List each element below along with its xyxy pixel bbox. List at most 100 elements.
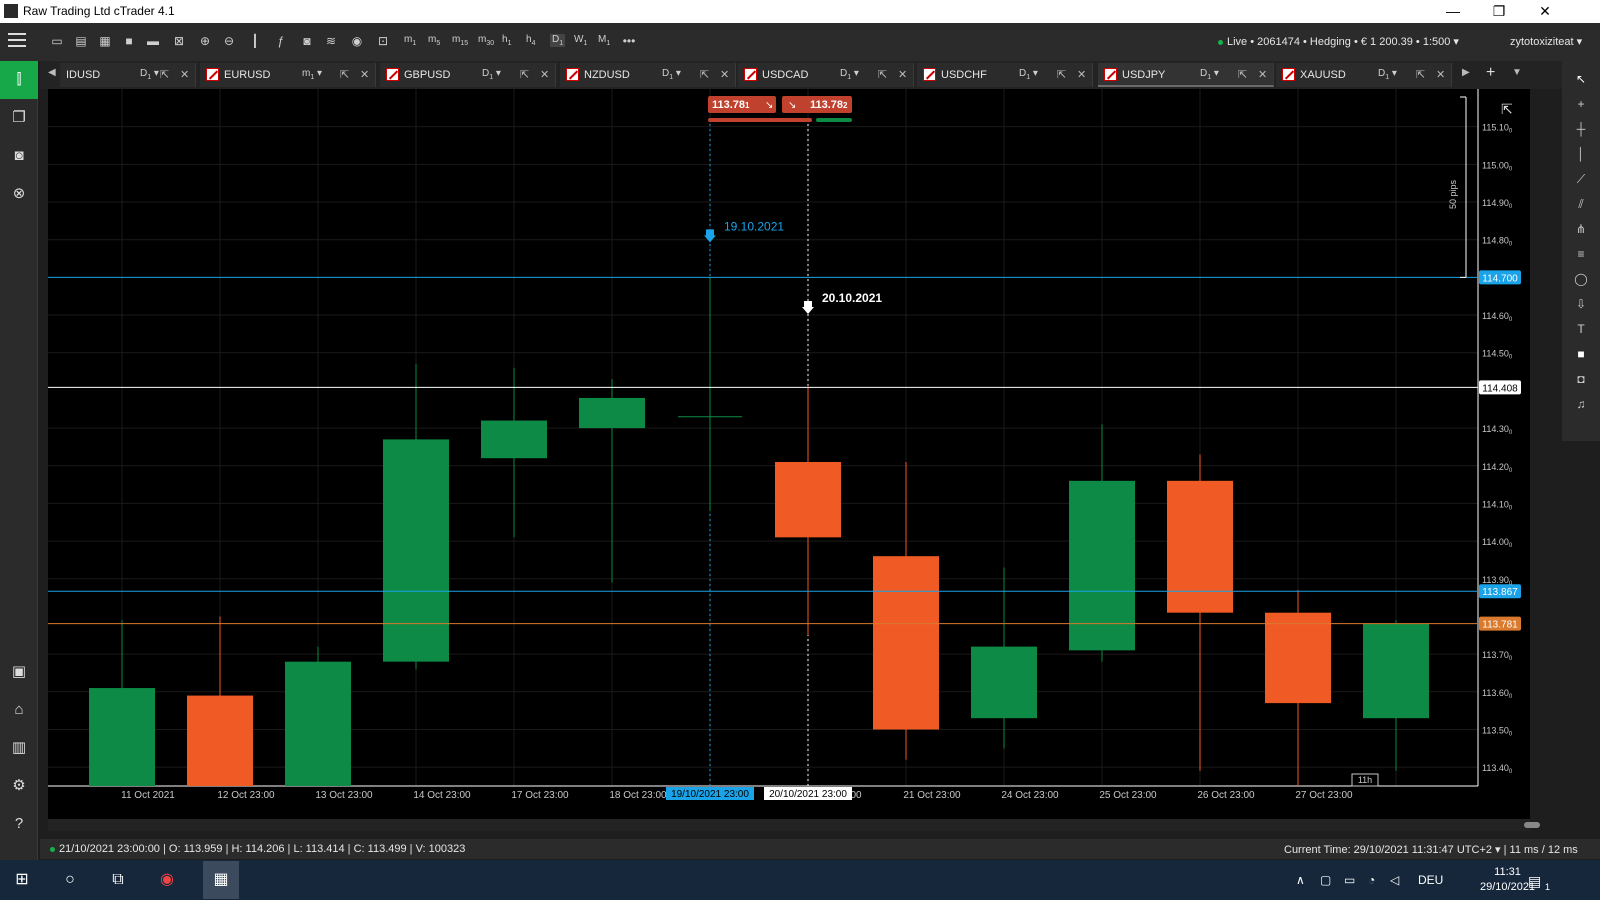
timeframe-D1[interactable]: D1: [550, 34, 566, 47]
tabs-dropdown-icon[interactable]: ▼: [1512, 67, 1522, 78]
battery-icon[interactable]: ▭: [1344, 873, 1355, 887]
tab-timeframe[interactable]: D1 ▾: [482, 68, 501, 81]
tab-popout-icon[interactable]: ⇱: [1238, 68, 1247, 81]
wifi-icon[interactable]: ◔: [1368, 873, 1375, 887]
fibonacci-icon[interactable]: ≡: [1571, 244, 1591, 264]
user-menu[interactable]: zytotoxiziteat ▾: [1510, 35, 1582, 48]
indicators-icon[interactable]: ƒ: [272, 33, 290, 49]
rectangle-tool-icon[interactable]: ■: [1571, 344, 1591, 364]
briefcase-icon[interactable]: ▣: [0, 653, 38, 691]
timeframe-h1[interactable]: h1: [502, 34, 511, 47]
tabs-scroll-left-icon[interactable]: ◀: [48, 67, 56, 78]
shape-icon[interactable]: ◯: [1571, 269, 1591, 289]
layers-icon[interactable]: ≋: [322, 33, 340, 49]
arrow-down-tool-icon[interactable]: ⇩: [1571, 294, 1591, 314]
timeframe-m15[interactable]: m15: [452, 34, 468, 47]
speaker-icon[interactable]: ◁: [1390, 873, 1399, 887]
horizontal-line-icon[interactable]: ┼: [1571, 119, 1591, 139]
tab-timeframe[interactable]: D1 ▾: [662, 68, 681, 81]
tab-usdjpy[interactable]: USDJPY D1 ▾ ⇱ ✕: [1098, 63, 1274, 87]
more-timeframes-icon[interactable]: •••: [620, 33, 638, 49]
automate-icon[interactable]: ◙: [0, 137, 38, 175]
add-tab-icon[interactable]: +: [1486, 64, 1495, 82]
ctrader-taskbar-icon[interactable]: ▦: [203, 861, 239, 899]
tab-eurusd[interactable]: EURUSD m1 ▾ ⇱ ✕: [200, 63, 376, 87]
copy-icon[interactable]: ❐: [0, 99, 38, 137]
store-icon[interactable]: ⌂: [0, 691, 38, 729]
tray-chevron-icon[interactable]: ∧: [1296, 873, 1305, 887]
tab-close-icon[interactable]: ✕: [360, 68, 369, 81]
chart-mode-icon[interactable]: ⊠: [170, 33, 188, 49]
robot-icon[interactable]: ◙: [298, 33, 316, 49]
windows-start-icon[interactable]: ⊞: [10, 868, 34, 892]
text-tool-icon[interactable]: T: [1571, 319, 1591, 339]
tab-popout-icon[interactable]: ⇱: [1057, 68, 1066, 81]
tab-close-icon[interactable]: ✕: [1258, 68, 1267, 81]
settings-gear-icon[interactable]: ⚙: [0, 767, 38, 805]
crosshair-icon[interactable]: +: [1571, 94, 1591, 114]
timeframe-m5[interactable]: m5: [428, 34, 440, 47]
analyze-icon[interactable]: ⊗: [0, 175, 38, 213]
tab-close-icon[interactable]: ✕: [1436, 68, 1445, 81]
restore-button[interactable]: ❐: [1476, 0, 1522, 23]
channel-icon[interactable]: ⫽: [1571, 194, 1591, 214]
tabs-scroll-right-icon[interactable]: ▶: [1462, 67, 1470, 78]
account-info[interactable]: Live • 2061474 • Hedging • € 1 200.39 • …: [1218, 35, 1459, 48]
tab-close-icon[interactable]: ✕: [180, 68, 189, 81]
wallet-icon[interactable]: ▥: [0, 729, 38, 767]
minimize-button[interactable]: —: [1430, 0, 1476, 23]
search-circle-icon[interactable]: ○: [58, 868, 82, 892]
chart-settings-icon[interactable]: ⊡: [374, 33, 392, 49]
close-button[interactable]: ✕: [1522, 0, 1568, 23]
tab-usdchf[interactable]: USDCHF D1 ▾ ⇱ ✕: [917, 63, 1093, 87]
timeframe-m30[interactable]: m30: [478, 34, 494, 47]
input-language[interactable]: DEU: [1418, 873, 1443, 887]
chart-layout-icon[interactable]: ▤: [72, 33, 90, 49]
tab-popout-icon[interactable]: ⇱: [1416, 68, 1425, 81]
chart-canvas[interactable]: 114.700114.408113.867113.781115.100115.0…: [48, 89, 1530, 819]
eye-icon[interactable]: ◉: [348, 33, 366, 49]
system-clock[interactable]: 11:31 29/10/2021: [1480, 865, 1535, 895]
timeframe-m1[interactable]: m1: [404, 34, 416, 47]
tab-close-icon[interactable]: ✕: [540, 68, 549, 81]
chart-scrollbar[interactable]: [48, 819, 1540, 831]
tab-popout-icon[interactable]: ⇱: [878, 68, 887, 81]
alert-bell-icon[interactable]: ♫: [1571, 394, 1591, 414]
zoom-in-icon[interactable]: ⊕: [196, 33, 214, 49]
tab-gbpusd[interactable]: GBPUSD D1 ▾ ⇱ ✕: [380, 63, 556, 87]
tab-popout-icon[interactable]: ⇱: [340, 68, 349, 81]
tab-close-icon[interactable]: ✕: [720, 68, 729, 81]
tab-idusd[interactable]: IDUSD D1 ▾ ⇱ ✕: [60, 63, 196, 87]
tab-timeframe[interactable]: D1 ▾: [1019, 68, 1038, 81]
new-chart-icon[interactable]: ▭: [48, 33, 66, 49]
tab-popout-icon[interactable]: ⇱: [520, 68, 529, 81]
split-layout-icon[interactable]: ▬: [144, 33, 162, 49]
help-icon[interactable]: ?: [0, 805, 38, 843]
trend-line-icon[interactable]: ⟋: [1571, 169, 1591, 189]
tab-timeframe[interactable]: D1 ▾: [1378, 68, 1397, 81]
zoom-out-icon[interactable]: ⊖: [220, 33, 238, 49]
tab-xauusd[interactable]: XAUUSD D1 ▾ ⇱ ✕: [1276, 63, 1452, 87]
tab-timeframe[interactable]: m1 ▾: [302, 68, 322, 81]
tab-timeframe[interactable]: D1 ▾: [840, 68, 859, 81]
camera-icon[interactable]: ◘: [1571, 369, 1591, 389]
tab-usdcad[interactable]: USDCAD D1 ▾ ⇱ ✕: [738, 63, 914, 87]
vertical-line-icon[interactable]: │: [1571, 144, 1591, 164]
tab-timeframe[interactable]: D1 ▾: [140, 68, 159, 81]
candlestick-type-icon[interactable]: ┃: [246, 33, 264, 49]
timeframe-M1[interactable]: M1: [598, 34, 610, 47]
hamburger-menu-icon[interactable]: [8, 33, 26, 49]
task-view-icon[interactable]: ⧉: [106, 868, 130, 892]
timeframe-W1[interactable]: W1: [574, 34, 587, 47]
tab-popout-icon[interactable]: ⇱: [160, 68, 169, 81]
price-chart[interactable]: 114.700 114.408 113.867 113.781 115.100 115.0…: [48, 89, 1530, 819]
cursor-icon[interactable]: ↖: [1571, 69, 1591, 89]
grid-layout-icon[interactable]: ▦: [96, 33, 114, 49]
tab-close-icon[interactable]: ✕: [1077, 68, 1086, 81]
single-layout-icon[interactable]: ■: [120, 33, 138, 49]
tab-popout-icon[interactable]: ⇱: [700, 68, 709, 81]
trade-icon[interactable]: ⫿: [0, 61, 38, 99]
tab-nzdusd[interactable]: NZDUSD D1 ▾ ⇱ ✕: [560, 63, 736, 87]
tab-timeframe[interactable]: D1 ▾: [1200, 68, 1219, 81]
pitchfork-icon[interactable]: ⋔: [1571, 219, 1591, 239]
